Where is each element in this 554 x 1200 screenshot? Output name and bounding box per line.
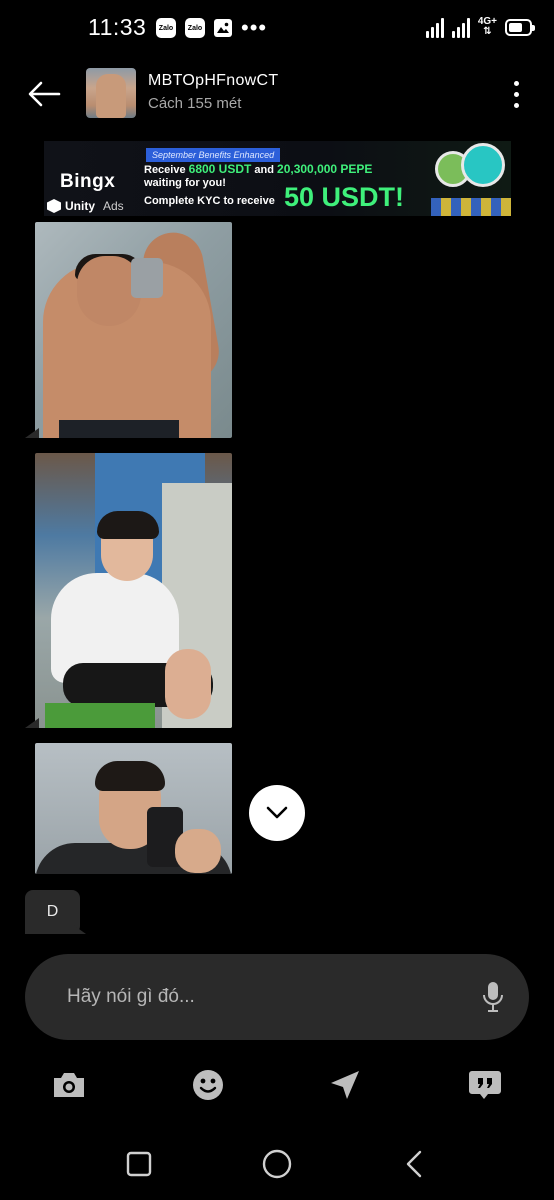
network-indicator: 4G+ ⇅: [477, 16, 497, 37]
zalo-icon: Zalo: [156, 18, 176, 38]
message-composer: [25, 954, 529, 1040]
more-notifications-icon: •••: [241, 15, 268, 40]
status-bar: 11:33 Zalo Zalo ••• 4G+ ⇅: [0, 0, 554, 58]
photo-message[interactable]: [35, 743, 232, 874]
chevron-left-icon: [406, 1150, 422, 1178]
notification-icons: Zalo Zalo •••: [156, 15, 268, 40]
sticker-button[interactable]: [189, 1066, 227, 1104]
chat-header: MBTOpHFnowCT Cách 155 mét: [0, 60, 554, 126]
home-button[interactable]: [261, 1148, 293, 1180]
microphone-icon: [483, 982, 503, 1012]
send-location-button[interactable]: [326, 1066, 364, 1104]
more-options-button[interactable]: [502, 74, 530, 114]
back-button[interactable]: [24, 74, 64, 114]
signal-icon: [451, 16, 470, 38]
ad-network-label: Unity Ads: [47, 199, 124, 213]
ad-banner[interactable]: Bingx Unity Ads September Benefits Enhan…: [44, 141, 511, 216]
zalo-icon: Zalo: [185, 18, 205, 38]
status-time: 11:33: [88, 14, 147, 40]
quick-reply-button[interactable]: [466, 1066, 504, 1104]
photo-message[interactable]: [35, 453, 232, 728]
contact-name[interactable]: MBTOpHFnowCT: [148, 72, 278, 90]
quote-bubble-icon: [469, 1071, 501, 1099]
system-icons: 4G+ ⇅: [425, 16, 535, 38]
system-navigation-bar: [0, 1140, 554, 1190]
contact-avatar[interactable]: [86, 68, 136, 118]
microphone-button[interactable]: [481, 979, 505, 1015]
camera-icon: [54, 1073, 84, 1097]
ad-text-line1: Receive 6800 USDT and 20,300,000 PEPE: [144, 162, 373, 176]
bubble-tail: [25, 428, 39, 438]
arrow-left-icon: [28, 81, 61, 107]
ad-tag: September Benefits Enhanced: [146, 148, 281, 162]
location-arrow-icon: [331, 1071, 359, 1099]
smiley-icon: [193, 1070, 223, 1100]
recent-apps-button[interactable]: [123, 1148, 155, 1180]
ad-text-line2: waiting for you!: [144, 177, 226, 189]
chat-action-bar: [0, 1060, 554, 1108]
gallery-icon: [214, 19, 232, 37]
contact-distance: Cách 155 mét: [148, 95, 242, 112]
unity-icon: [47, 199, 61, 213]
message-input[interactable]: [67, 982, 447, 1012]
circle-icon: [262, 1149, 292, 1179]
bubble-tail: [25, 718, 39, 728]
ad-brand-logo: Bingx: [60, 171, 116, 192]
ad-text-line3: Complete KYC to receive: [144, 195, 275, 207]
back-nav-button[interactable]: [398, 1148, 430, 1180]
ad-headline: 50 USDT!: [284, 182, 405, 212]
scroll-to-bottom-button[interactable]: [249, 785, 305, 841]
photo-message[interactable]: [35, 222, 232, 438]
ad-illustration: [431, 141, 511, 216]
text-message[interactable]: D: [25, 890, 80, 934]
battery-icon: [505, 18, 535, 36]
chevron-down-icon: [266, 806, 288, 819]
signal-icon: [425, 16, 444, 38]
camera-button[interactable]: [50, 1066, 88, 1104]
square-icon: [126, 1151, 152, 1177]
